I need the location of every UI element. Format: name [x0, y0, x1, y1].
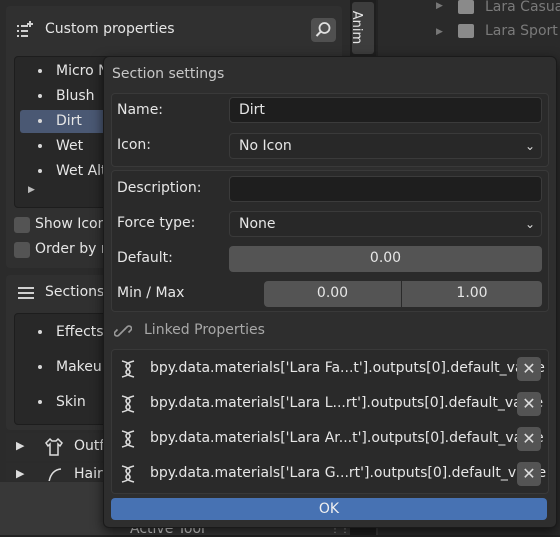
driver-icon — [119, 394, 137, 418]
list-item[interactable]: Effects — [38, 324, 104, 340]
linked-row: bpy.data.materials['Lara Fa...t'].output… — [114, 355, 545, 383]
collection-icon — [458, 24, 474, 38]
tab-animation[interactable]: Anim — [349, 2, 374, 54]
driver-icon — [119, 359, 137, 383]
linked-row: bpy.data.materials['Lara G...rt'].output… — [114, 460, 547, 488]
remove-link-button[interactable]: ✕ — [517, 427, 541, 451]
show-icons-checkbox[interactable] — [14, 217, 30, 233]
expand-arrow-icon[interactable]: ▶ — [28, 185, 35, 195]
search-button[interactable] — [311, 18, 336, 42]
sections-title: Sections — [45, 284, 105, 300]
show-icons-label: Show Icons — [35, 216, 114, 232]
linked-property-path: bpy.data.materials['Lara Ar...t'].output… — [150, 430, 544, 446]
list-item[interactable]: Dirt — [38, 113, 82, 129]
custom-properties-icon — [16, 21, 34, 39]
link-icon — [113, 322, 133, 344]
max-slider[interactable]: 1.00 — [402, 281, 542, 307]
default-slider[interactable]: 0.00 — [229, 246, 542, 272]
description-input[interactable] — [229, 176, 542, 202]
minmax-label: Min / Max — [117, 285, 185, 301]
linked-properties-title: Linked Properties — [144, 322, 265, 338]
linked-row: bpy.data.materials['Lara L...rt'].output… — [114, 390, 544, 418]
dialog-title: Section settings — [112, 66, 225, 82]
outliner-item[interactable]: Lara Sport — [485, 23, 558, 39]
chevron-down-icon: ⌄ — [524, 139, 535, 153]
list-item[interactable]: Wet — [38, 138, 83, 154]
chevron-down-icon: ⌄ — [524, 217, 535, 231]
sections-icon — [18, 285, 34, 305]
search-icon — [315, 22, 331, 37]
expand-arrow-icon[interactable]: ▶ — [436, 1, 443, 11]
driver-icon — [119, 464, 137, 488]
force-type-value: None — [239, 216, 276, 232]
linked-row: bpy.data.materials['Lara Ar...t'].output… — [114, 425, 544, 453]
collection-icon — [458, 0, 474, 14]
custom-properties-title: Custom properties — [45, 21, 175, 37]
disclosure-triangle-icon: ▶ — [16, 439, 25, 452]
ok-button[interactable]: OK — [111, 498, 547, 520]
order-by-checkbox[interactable] — [14, 242, 30, 258]
name-input[interactable]: Dirt — [229, 97, 542, 123]
list-item[interactable]: Skin — [38, 394, 86, 410]
description-label: Description: — [117, 180, 202, 196]
hair-label: Hair — [74, 466, 103, 481]
disclosure-triangle-icon: ▶ — [16, 467, 25, 480]
remove-link-button[interactable]: ✕ — [517, 357, 541, 381]
driver-icon — [119, 429, 137, 453]
force-type-label: Force type: — [117, 215, 196, 231]
expand-arrow-icon[interactable]: ▶ — [436, 27, 443, 37]
shirt-icon — [44, 437, 64, 461]
remove-link-button[interactable]: ✕ — [517, 462, 541, 486]
icon-label: Icon: — [117, 137, 151, 153]
min-slider[interactable]: 0.00 — [264, 281, 401, 307]
list-item[interactable]: Makeup — [38, 359, 111, 375]
remove-link-button[interactable]: ✕ — [517, 392, 541, 416]
linked-property-path: bpy.data.materials['Lara L...rt'].output… — [150, 395, 544, 411]
list-item[interactable]: Blush — [38, 88, 95, 104]
linked-property-path: bpy.data.materials['Lara Fa...t'].output… — [150, 360, 545, 376]
tab-animation-label: Anim — [349, 10, 365, 45]
icon-dropdown-value: No Icon — [239, 138, 292, 154]
force-type-dropdown[interactable]: None ⌄ — [229, 211, 542, 237]
name-label: Name: — [117, 102, 164, 118]
icon-dropdown[interactable]: No Icon ⌄ — [229, 133, 542, 159]
linked-property-path: bpy.data.materials['Lara G...rt'].output… — [150, 465, 547, 481]
outliner-item[interactable]: Lara Casual — [485, 0, 560, 15]
default-label: Default: — [117, 250, 173, 266]
section-settings-dialog: Section settings Name: Dirt Icon: No Ico… — [103, 56, 557, 528]
order-by-label: Order by n — [35, 241, 110, 257]
hair-icon — [46, 466, 64, 481]
